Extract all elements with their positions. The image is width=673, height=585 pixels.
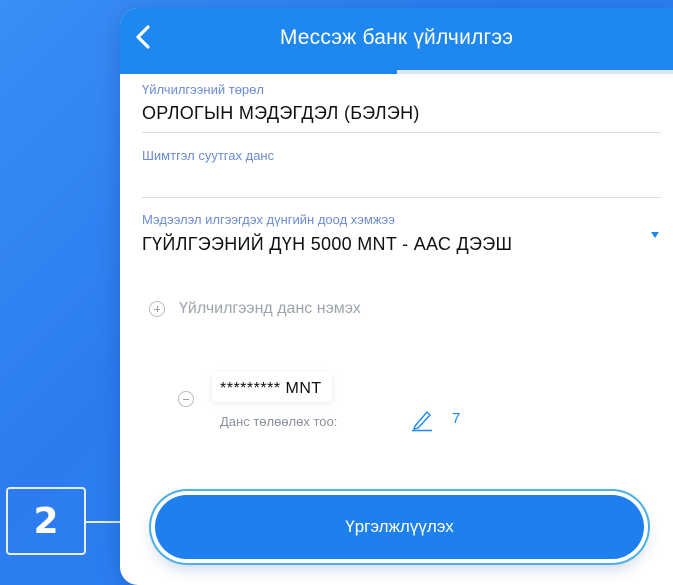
progress-bar	[120, 70, 673, 74]
add-account-button[interactable]: Үйлчилгээнд данс нэмэх	[179, 300, 361, 318]
fee-account-label: Шимтгэл суутгах данс	[142, 148, 275, 163]
remove-circle-icon[interactable]	[178, 391, 194, 407]
step-number: 2	[33, 500, 59, 542]
add-circle-icon[interactable]	[149, 301, 165, 317]
step-callout: 2	[6, 487, 86, 555]
divider	[142, 197, 661, 198]
payment-count-label: Данс төлөөлөх тоо:	[220, 414, 338, 429]
continue-button[interactable]: Үргэлжлүүлэх	[155, 495, 644, 559]
min-amount-label: Мэдээлэл илгээгдэх дүнгийн доод хэмжээ	[142, 212, 395, 227]
pencil-edit-icon[interactable]	[410, 406, 434, 432]
page-title: Мессэж банк үйлчилгээ	[279, 26, 514, 49]
dropdown-arrow-icon[interactable]	[651, 232, 659, 238]
account-number: ********* MNT	[220, 380, 322, 397]
service-type-value[interactable]: ОРЛОГЫН МЭДЭГДЭЛ (БЭЛЭН)	[142, 103, 420, 124]
payment-count-value[interactable]: 7	[452, 410, 460, 427]
min-amount-select[interactable]: ГҮЙЛГЭЭНИЙ ДҮН 5000 MNT - ААС ДЭЭШ	[142, 234, 512, 255]
phone-screen: Мессэж банк үйлчилгээ Үйлчилгээний төрөл…	[120, 8, 673, 585]
progress-fill	[120, 70, 397, 74]
divider	[142, 132, 661, 133]
header-bar: Мессэж банк үйлчилгээ	[120, 8, 673, 70]
service-type-label: Үйлчилгээний төрөл	[142, 82, 264, 97]
